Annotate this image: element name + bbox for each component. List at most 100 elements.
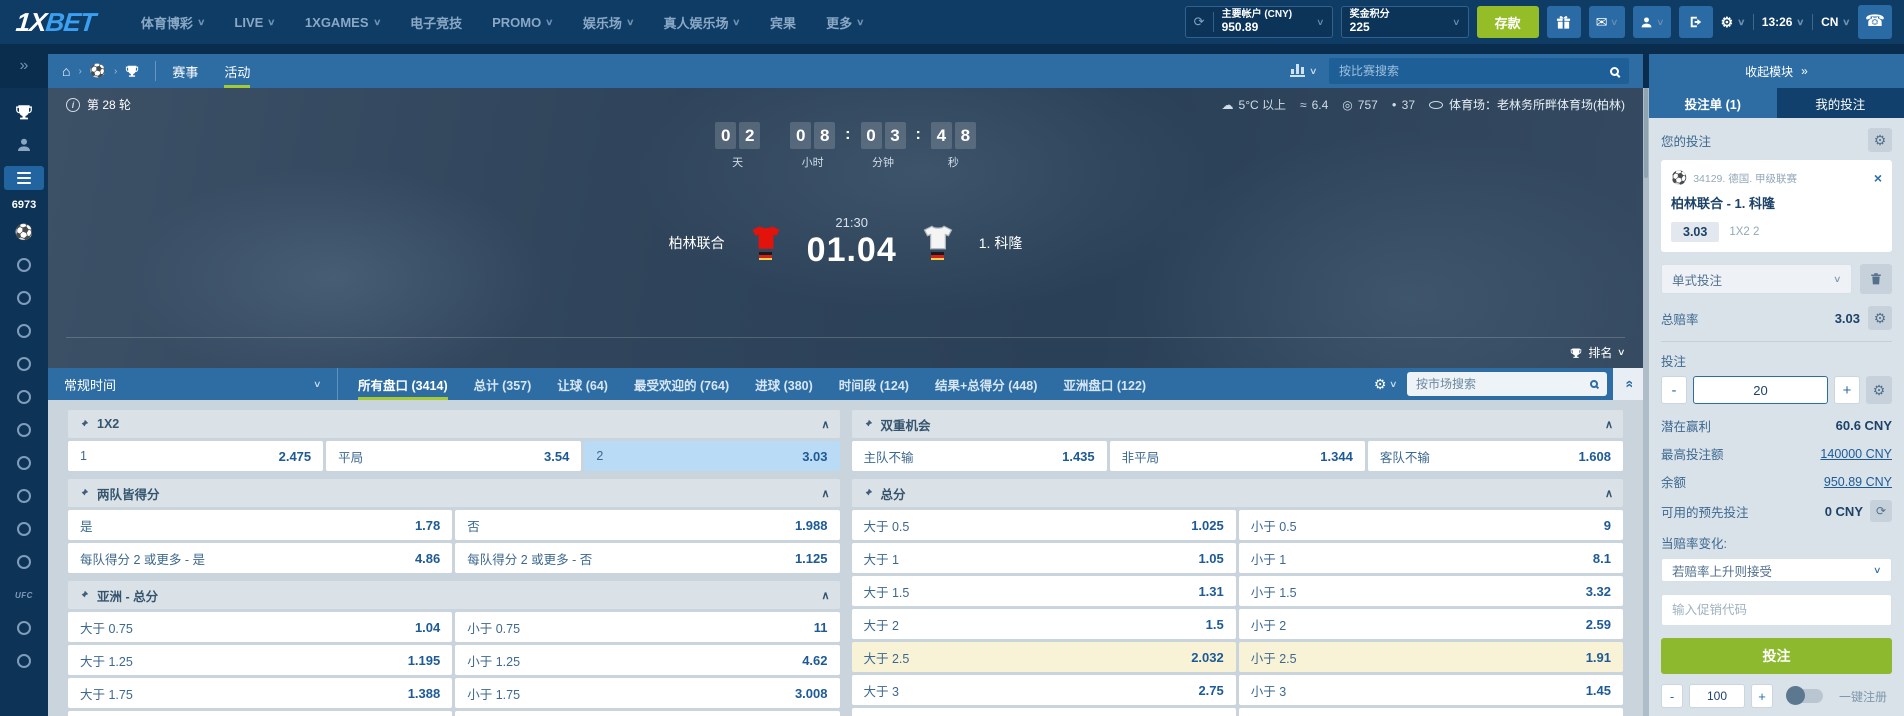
market-section-header[interactable]: 1X2∧ bbox=[68, 410, 840, 438]
odd-cell[interactable]: 是1.78 bbox=[68, 510, 452, 540]
stake-settings-button[interactable]: ⚙ bbox=[1866, 376, 1892, 404]
league-trophy-icon[interactable] bbox=[125, 64, 139, 78]
chevron-up-icon[interactable]: ∧ bbox=[821, 418, 829, 431]
messages-button[interactable]: ✉∨ bbox=[1589, 6, 1625, 38]
market-tab[interactable]: 让球 (64) bbox=[557, 368, 608, 400]
odd-cell[interactable]: 大于 0.51.025 bbox=[852, 510, 1236, 540]
odd-cell[interactable]: 23.03 bbox=[584, 441, 839, 471]
language-selector[interactable]: CN∨ bbox=[1821, 15, 1850, 29]
odd-cell[interactable]: 大于 0.751.04 bbox=[68, 612, 452, 642]
sport-boxing-icon[interactable] bbox=[4, 484, 44, 508]
phone-support-button[interactable]: ☎ bbox=[1858, 5, 1892, 39]
time-selector[interactable]: 13:26∨ bbox=[1762, 15, 1804, 29]
topnav-menu-item[interactable]: 电子竞技 bbox=[410, 13, 462, 32]
sport-ice-hockey-icon[interactable] bbox=[4, 352, 44, 376]
clear-betslip-button[interactable] bbox=[1860, 264, 1892, 294]
favorite-leagues-icon[interactable] bbox=[4, 100, 44, 124]
odd-cell[interactable]: 大于 1.51.31 bbox=[852, 576, 1236, 606]
profile-button[interactable]: ∨ bbox=[1633, 6, 1671, 38]
subnav-tab[interactable]: 赛事 bbox=[172, 54, 198, 88]
odd-cell[interactable]: 大于 21.5 bbox=[852, 609, 1236, 639]
collapse-all-markets-button[interactable]: » bbox=[1613, 368, 1643, 400]
search-icon[interactable] bbox=[1610, 67, 1619, 76]
chevron-up-icon[interactable]: ∧ bbox=[821, 487, 829, 500]
quick-bet-toggle[interactable] bbox=[1787, 689, 1823, 703]
odd-cell[interactable]: 大于 1.251.195 bbox=[68, 645, 452, 675]
match-search-input[interactable] bbox=[1339, 64, 1602, 78]
sport-volleyball-icon[interactable] bbox=[4, 319, 44, 343]
quick-stake-increase-button[interactable]: + bbox=[1751, 684, 1773, 708]
market-search-input[interactable] bbox=[1416, 377, 1582, 391]
bonus-points-selector[interactable]: 奖金积分 225 ∨ bbox=[1341, 6, 1469, 38]
market-tab[interactable]: 所有盘口 (3414) bbox=[358, 368, 448, 400]
pin-icon[interactable] bbox=[78, 488, 89, 499]
odd-cell[interactable]: 小于 18.1 bbox=[1239, 543, 1623, 573]
topnav-menu-item[interactable]: 更多∨ bbox=[826, 13, 864, 32]
refresh-balance-icon[interactable]: ⟳ bbox=[1194, 12, 1214, 32]
odd-cell[interactable]: 小于 0.59 bbox=[1239, 510, 1623, 540]
market-section-header[interactable]: 两队皆得分∧ bbox=[68, 479, 840, 507]
odd-cell[interactable]: 小于 1.753.008 bbox=[455, 678, 839, 708]
topnav-menu-item[interactable]: PROMO∨ bbox=[492, 15, 553, 30]
sport-greyhound-racing-icon[interactable] bbox=[4, 385, 44, 409]
market-tab[interactable]: 进球 (380) bbox=[755, 368, 813, 400]
betslip-info-link[interactable]: 140000 CNY bbox=[1820, 447, 1892, 461]
odd-cell[interactable]: 每队得分 2 或更多 - 是4.86 bbox=[68, 543, 452, 573]
chevron-up-icon[interactable]: ∧ bbox=[1605, 487, 1613, 500]
brand-logo[interactable]: 1XBET bbox=[14, 7, 96, 38]
settings-menu[interactable]: ⚙∨ bbox=[1721, 15, 1745, 29]
odd-cell[interactable]: 小于 22.59 bbox=[1239, 609, 1623, 639]
pin-icon[interactable] bbox=[78, 419, 89, 430]
sport-handball-icon[interactable] bbox=[4, 418, 44, 442]
stake-decrease-button[interactable]: - bbox=[1661, 376, 1687, 404]
topnav-menu-item[interactable]: 宾果 bbox=[770, 13, 796, 32]
chevron-up-icon[interactable]: ∧ bbox=[1605, 418, 1613, 431]
sport-esports-icon[interactable] bbox=[4, 550, 44, 574]
promotions-button[interactable] bbox=[1547, 6, 1581, 38]
odd-cell[interactable]: 大于 2.52.032 bbox=[852, 642, 1236, 672]
stake-increase-button[interactable]: + bbox=[1834, 376, 1860, 404]
sport-darts-icon[interactable] bbox=[4, 451, 44, 475]
scrollbar[interactable] bbox=[1643, 88, 1649, 716]
ranking-toggle[interactable]: 排名 ∨ bbox=[1570, 344, 1625, 361]
topnav-menu-item[interactable]: 体育博彩∨ bbox=[141, 13, 205, 32]
refresh-advance-button[interactable]: ⟳ bbox=[1870, 500, 1892, 522]
topnav-menu-item[interactable]: 1XGAMES∨ bbox=[305, 15, 380, 30]
chevron-up-icon[interactable]: ∧ bbox=[821, 589, 829, 602]
sport-motor-racing-icon[interactable] bbox=[4, 517, 44, 541]
odd-cell[interactable]: 小于 0.7511 bbox=[455, 612, 839, 642]
odd-cell[interactable]: 大于 11.05 bbox=[852, 543, 1236, 573]
betslip-info-link[interactable]: 950.89 CNY bbox=[1824, 475, 1892, 489]
favorites-person-icon[interactable] bbox=[4, 133, 44, 157]
betslip-settings-button[interactable]: ⚙ bbox=[1868, 128, 1892, 152]
football-icon[interactable]: ⚽ bbox=[90, 63, 106, 79]
odd-cell[interactable]: 大于 32.75 bbox=[852, 675, 1236, 705]
topnav-menu-item[interactable]: 娱乐场∨ bbox=[583, 13, 634, 32]
odd-cell[interactable]: 小于 1.53.32 bbox=[1239, 576, 1623, 606]
market-section-header[interactable]: 双重机会∧ bbox=[852, 410, 1624, 438]
logout-button[interactable] bbox=[1679, 6, 1713, 38]
one-click-register-link[interactable]: 一键注册 bbox=[1839, 688, 1887, 705]
sport-table-tennis-icon[interactable] bbox=[4, 616, 44, 640]
quick-stake-input[interactable] bbox=[1689, 684, 1745, 708]
sports-menu-icon[interactable] bbox=[4, 166, 44, 190]
sport-basketball-icon[interactable] bbox=[4, 286, 44, 310]
search-icon[interactable] bbox=[1590, 380, 1598, 388]
subnav-tab[interactable]: 活动 bbox=[224, 54, 250, 88]
pin-icon[interactable] bbox=[862, 419, 873, 430]
markets-settings[interactable]: ⚙ ∨ bbox=[1374, 377, 1397, 391]
sport-ufc-icon[interactable]: UFC bbox=[4, 583, 44, 607]
bet-odd-chip[interactable]: 3.03 bbox=[1671, 222, 1719, 242]
remove-bet-button[interactable]: × bbox=[1874, 171, 1882, 185]
odds-settings-button[interactable]: ⚙ bbox=[1868, 306, 1892, 330]
market-section-header[interactable]: 总分∧ bbox=[852, 479, 1624, 507]
deposit-button[interactable]: 存款 bbox=[1477, 6, 1539, 38]
pin-icon[interactable] bbox=[862, 488, 873, 499]
market-section-header[interactable]: 亚洲 - 总分∧ bbox=[68, 581, 840, 609]
odd-cell[interactable]: 客队不输1.608 bbox=[1368, 441, 1623, 471]
odd-cell[interactable]: 12.475 bbox=[68, 441, 323, 471]
home-icon[interactable]: ⌂ bbox=[62, 63, 70, 79]
market-tab[interactable]: 最受欢迎的 (764) bbox=[634, 368, 729, 400]
topnav-menu-item[interactable]: LIVE∨ bbox=[234, 15, 275, 30]
topnav-menu-item[interactable]: 真人娱乐场∨ bbox=[663, 13, 740, 32]
